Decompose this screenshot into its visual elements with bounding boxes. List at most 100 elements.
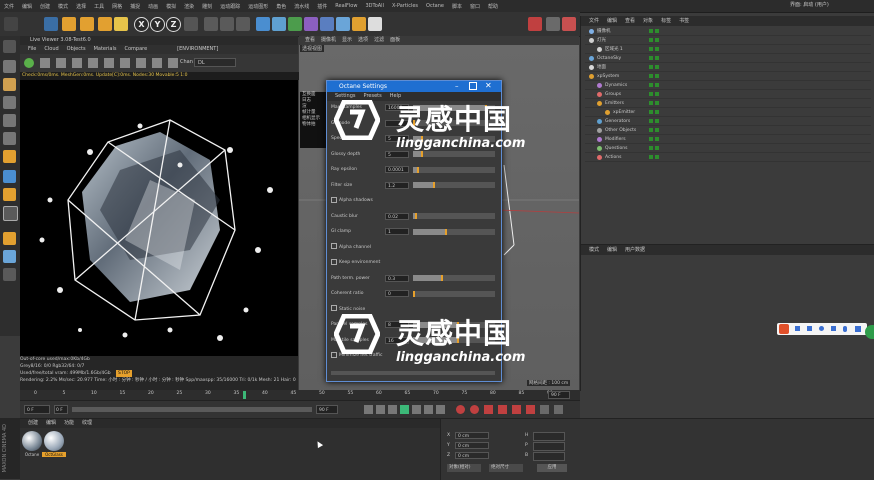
render-check-icon[interactable] [655,110,659,114]
setting-value-field[interactable]: 1 [385,228,409,235]
octane-settings-icon[interactable] [546,17,560,31]
move-key-icon[interactable] [498,405,507,414]
menu-item[interactable]: 选择 [76,3,86,10]
coord-z-field[interactable]: 0 cm [455,452,489,459]
current-frame-field[interactable]: 0 F [24,405,50,414]
object-row[interactable]: Actions [585,154,871,162]
mat-menu-texture[interactable]: 纹理 [82,419,92,428]
end-frame-field[interactable]: 90 F [316,405,338,414]
light-icon[interactable] [368,17,382,31]
preview-range-slider[interactable] [72,407,312,412]
x-axis-button[interactable]: X [134,17,149,32]
menu-item[interactable]: 运动图形 [248,3,268,10]
vp-menu-panel[interactable]: 面板 [390,36,400,45]
make-editable-icon[interactable] [3,40,16,53]
next-key-icon[interactable] [424,405,433,414]
pen-icon[interactable] [272,17,286,31]
focus-icon[interactable] [120,58,130,68]
menu-item[interactable]: 动画 [148,3,158,10]
visibility-check-icon[interactable] [649,155,653,159]
uv-mode-icon[interactable] [3,150,16,163]
object-row[interactable]: xpSystem [585,73,871,81]
polygons-mode-icon[interactable] [3,132,16,145]
visibility-check-icon[interactable] [649,83,653,87]
vp-menu-display[interactable]: 显示 [342,36,352,45]
end-frame-display[interactable]: 90 F [548,391,570,399]
menu-item[interactable]: 3DToAll [365,3,384,9]
lv-menu-compare[interactable]: Compare [124,45,147,54]
render-view[interactable] [20,80,298,356]
param-key-icon[interactable] [540,405,549,414]
rotate-icon[interactable] [98,17,112,31]
render-check-icon[interactable] [655,74,659,78]
apply-button[interactable]: 应用 [537,464,567,472]
menu-item[interactable]: 工具 [94,3,104,10]
timeline-window-icon[interactable] [554,405,563,414]
octane-live-icon[interactable] [528,17,542,31]
vp-menu-view[interactable]: 查看 [305,36,315,45]
menu-item[interactable]: 编辑 [22,3,32,10]
object-row[interactable]: Generators [585,118,871,126]
coord-y-field[interactable]: 0 cm [455,442,489,449]
object-row[interactable]: 地面 [585,64,871,72]
menu-item[interactable]: 插件 [317,3,327,10]
send-scene-icon[interactable] [24,58,34,68]
ime-punct-icon[interactable] [807,326,812,331]
mat-menu-function[interactable]: 功能 [64,419,74,428]
move-icon[interactable] [44,17,58,31]
menu-item[interactable]: X-Particles [392,3,418,9]
ime-menu-icon[interactable] [855,326,861,332]
checkbox[interactable] [331,258,337,265]
render-check-icon[interactable] [655,38,659,42]
setting-slider[interactable] [413,275,495,281]
object-row[interactable]: xpEmitter [585,109,871,117]
menu-item[interactable]: 脚本 [452,3,462,10]
subsample-icon[interactable] [168,58,178,68]
slider-knob[interactable] [433,182,435,188]
menu-item[interactable]: 文件 [4,3,14,10]
visibility-check-icon[interactable] [649,146,653,150]
lv-menu-environment[interactable]: [ENVIRONMENT] [177,45,218,54]
setting-value-field[interactable]: 0.0001 [385,166,409,173]
play-icon[interactable] [400,405,409,414]
visibility-check-icon[interactable] [649,128,653,132]
keyframe-icon[interactable] [484,405,493,414]
coord-x-field[interactable]: 0 cm [455,432,489,439]
vp-menu-filter[interactable]: 过滤 [374,36,384,45]
stop-icon[interactable] [72,58,82,68]
go-start-icon[interactable] [364,405,373,414]
menu-item[interactable]: 模式 [58,3,68,10]
axis-icon[interactable] [3,188,16,201]
material-pick-icon[interactable] [136,58,146,68]
om-menu-edit[interactable]: 编辑 [607,16,617,26]
checkbox[interactable] [331,196,337,203]
ime-emoji-icon[interactable] [819,326,824,331]
visibility-check-icon[interactable] [649,74,653,78]
om-menu-objects[interactable]: 对象 [643,16,653,26]
region-icon[interactable] [88,58,98,68]
setting-value-field[interactable]: 0 [385,290,409,297]
ime-toolbar[interactable] [777,323,867,335]
om-menu-file[interactable]: 文件 [589,16,599,26]
object-row[interactable]: 灯光 [585,37,871,45]
lock-icon[interactable] [3,206,18,221]
visibility-check-icon[interactable] [649,65,653,69]
ime-mic-icon[interactable] [843,326,847,332]
setting-slider[interactable] [413,213,495,219]
lv-menu-file[interactable]: File [28,45,36,54]
coord-system-icon[interactable] [184,17,198,31]
menu-item[interactable]: 角色 [276,3,286,10]
scale-key-icon[interactable] [526,405,535,414]
record-icon[interactable] [456,405,465,414]
render-check-icon[interactable] [655,155,659,159]
next-frame-icon[interactable] [412,405,421,414]
rot-p-field[interactable] [533,442,565,451]
prev-key-icon[interactable] [376,405,385,414]
render-check-icon[interactable] [655,146,659,150]
restart-icon[interactable] [40,58,50,68]
menu-item[interactable]: Octane [426,3,444,9]
mat-menu-create[interactable]: 创建 [28,419,38,428]
undo-icon[interactable] [4,17,18,31]
object-row[interactable]: Dynamics [585,82,871,90]
render-check-icon[interactable] [655,92,659,96]
